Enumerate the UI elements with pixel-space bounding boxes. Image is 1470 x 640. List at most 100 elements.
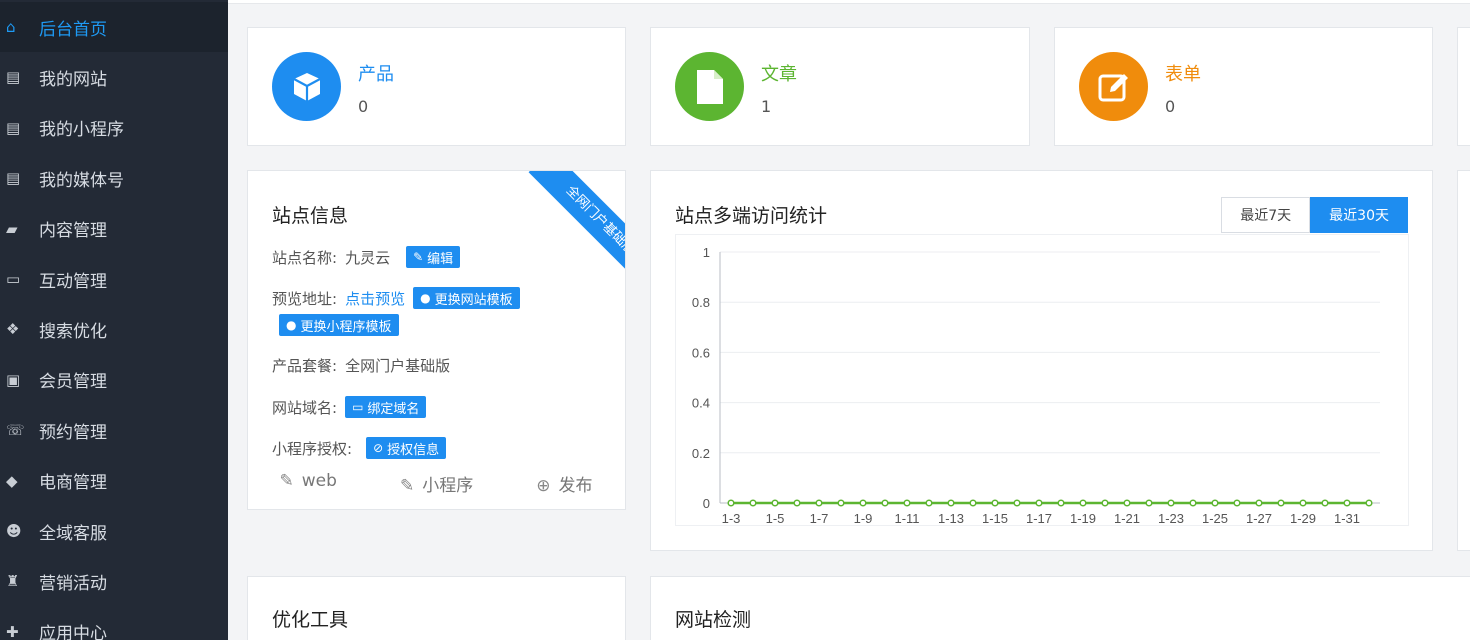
web-action[interactable]: ✎ web xyxy=(280,471,337,496)
data-point xyxy=(1299,499,1307,507)
y-tick-label: 0.8 xyxy=(692,295,710,310)
list-icon: ▤ xyxy=(6,68,21,87)
data-point xyxy=(1167,499,1175,507)
stat-card-products[interactable]: 产品 0 xyxy=(247,27,626,146)
monitor-icon: ▭ xyxy=(6,270,21,288)
sidebar-item[interactable]: ☏ 预约管理 xyxy=(0,405,228,455)
data-point xyxy=(1255,499,1263,507)
data-point xyxy=(1013,499,1021,507)
edit-icon xyxy=(1079,52,1148,121)
site-check-title: 网站检测 xyxy=(675,609,752,631)
ribbon-label: 全网门户基础版 xyxy=(528,171,625,286)
bind-domain-button[interactable]: ▭ 绑定域名 xyxy=(345,396,427,418)
x-tick-label: 1-3 xyxy=(722,511,741,526)
site-name-row: 站点名称: 九灵云 ✎ 编辑 xyxy=(272,246,461,268)
x-tick-label: 1-5 xyxy=(766,511,785,526)
edit-button[interactable]: ✎ 编辑 xyxy=(406,246,461,268)
data-point xyxy=(859,499,867,507)
last-30-days-button[interactable]: 最近30天 xyxy=(1310,197,1408,233)
change-mp-template-button[interactable]: ● 更换小程序模板 xyxy=(279,314,399,336)
data-point xyxy=(815,499,823,507)
x-tick-label: 1-15 xyxy=(982,511,1008,526)
data-point xyxy=(727,499,735,507)
auth-info-button[interactable]: ⊘ 授权信息 xyxy=(366,437,447,459)
web-action-label: web xyxy=(301,471,337,491)
domain-row: 网站域名: ▭ 绑定域名 xyxy=(272,396,427,418)
sidebar-item[interactable]: ▤ 我的小程序 xyxy=(0,103,228,153)
stat-value: 1 xyxy=(761,97,772,116)
sidebar-item[interactable]: ✚ 应用中心 xyxy=(0,607,228,640)
sidebar-item[interactable]: ⌂ 后台首页 xyxy=(0,2,228,52)
x-tick-label: 1-11 xyxy=(894,511,919,526)
right-partial-card xyxy=(1457,170,1470,551)
stat-card-partial xyxy=(1457,27,1470,146)
x-tick-label: 1-9 xyxy=(854,511,873,526)
eye-icon: ● xyxy=(286,318,297,332)
home-icon: ⌂ xyxy=(6,18,16,36)
data-point xyxy=(1211,499,1219,507)
gift-icon: ♜ xyxy=(6,572,20,591)
y-tick-label: 0.4 xyxy=(692,396,710,411)
sidebar-item-label: 内容管理 xyxy=(39,221,107,242)
data-point xyxy=(991,499,999,507)
sidebar-item[interactable]: ▤ 我的网站 xyxy=(0,52,228,102)
list-icon: ▤ xyxy=(6,169,21,188)
top-strip xyxy=(228,0,1470,4)
data-point xyxy=(1277,499,1285,507)
publish-action[interactable]: ⊕ 发布 xyxy=(536,471,592,496)
sidebar-item[interactable]: ◆ 电商管理 xyxy=(0,456,228,506)
sidebar-item-label: 预约管理 xyxy=(39,422,107,443)
link-icon: ⊘ xyxy=(373,441,384,455)
stat-value: 0 xyxy=(358,97,369,116)
sidebar-item[interactable]: ❖ 搜索优化 xyxy=(0,304,228,354)
stat-title: 文章 xyxy=(761,64,797,85)
change-mp-template-label: 更换小程序模板 xyxy=(300,319,392,335)
data-point xyxy=(947,499,955,507)
pencil-icon: ✎ xyxy=(279,471,294,491)
stat-title: 产品 xyxy=(358,64,394,85)
y-tick-label: 0.2 xyxy=(692,446,710,461)
users-icon: ☻ xyxy=(6,522,22,540)
y-tick-label: 0 xyxy=(703,496,710,511)
stat-card-articles[interactable]: 文章 1 xyxy=(650,27,1030,146)
mini-program-action[interactable]: ✎ 小程序 xyxy=(400,471,473,496)
change-site-template-button[interactable]: ● 更换网站模板 xyxy=(413,287,520,309)
preview-link[interactable]: 点击预览 xyxy=(345,288,405,309)
site-info-title: 站点信息 xyxy=(272,205,349,227)
sidebar-item[interactable]: ▰ 内容管理 xyxy=(0,204,228,254)
stat-card-forms[interactable]: 表单 0 xyxy=(1054,27,1433,146)
sidebar-item[interactable]: ☻ 全域客服 xyxy=(0,506,228,556)
sidebar-item[interactable]: ▣ 会员管理 xyxy=(0,355,228,405)
sidebar-item[interactable]: ▤ 我的媒体号 xyxy=(0,153,228,203)
list-icon: ▤ xyxy=(6,118,21,137)
last-7-days-button[interactable]: 最近7天 xyxy=(1221,197,1311,233)
data-point xyxy=(1035,499,1043,507)
sidebar-item-label: 搜索优化 xyxy=(39,321,107,342)
sidebar-item-label: 全域客服 xyxy=(39,523,107,544)
sidebar: ⌂ 后台首页 ▤ 我的网站 ▤ 我的小程序 ▤ 我的媒体号 ▰ 内容管理 ▭ 互动管理 ❖ 搜索优化 ▣ 会员… xyxy=(0,0,228,640)
x-tick-label: 1-17 xyxy=(1026,511,1052,526)
publish-actions: ✎ web ✎ 小程序 ⊕ 发布 xyxy=(248,471,624,496)
data-point xyxy=(1321,499,1329,507)
data-point xyxy=(925,499,933,507)
x-tick-label: 1-31 xyxy=(1334,511,1360,526)
x-tick-label: 1-21 xyxy=(1114,511,1140,526)
sidebar-item[interactable]: ♜ 营销活动 xyxy=(0,556,228,606)
publish-action-label: 发布 xyxy=(558,476,593,496)
data-point xyxy=(969,499,977,507)
cube-icon xyxy=(272,52,341,121)
auth-info-label: 授权信息 xyxy=(387,442,440,458)
data-point xyxy=(1101,499,1109,507)
book-icon: ▰ xyxy=(6,219,18,238)
package-label: 产品套餐: xyxy=(272,357,338,375)
monitor-icon: ▭ xyxy=(352,400,364,414)
sidebar-item-label: 应用中心 xyxy=(39,624,107,640)
data-point xyxy=(793,499,801,507)
sidebar-item[interactable]: ▭ 互动管理 xyxy=(0,254,228,304)
package-value: 全网门户基础版 xyxy=(345,357,451,375)
preview-row: 预览地址: 点击预览 ● 更换网站模板 xyxy=(272,287,520,309)
sidebar-item-label: 我的网站 xyxy=(39,69,107,90)
sidebar-item-label: 后台首页 xyxy=(39,19,107,40)
data-point xyxy=(771,499,779,507)
change-site-template-label: 更换网站模板 xyxy=(434,292,513,308)
